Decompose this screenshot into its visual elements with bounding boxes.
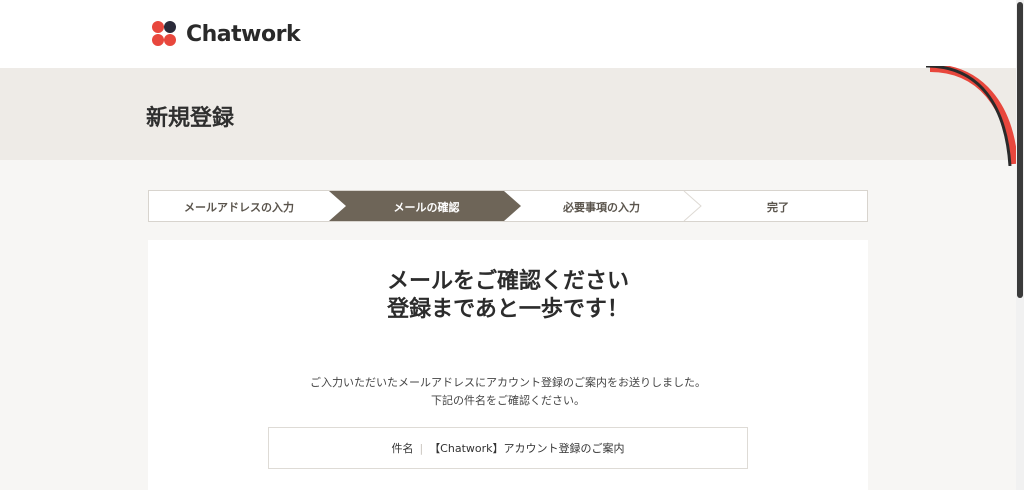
- confirmation-card: メールをご確認ください 登録まであと一歩です！ ご入力いただいたメールアドレスに…: [148, 240, 868, 490]
- headline-line-1: メールをご確認ください: [386, 269, 629, 294]
- step-email-confirm: メールの確認: [393, 201, 460, 214]
- description-line-1: ご入力いただいたメールアドレスにアカウント登録のご案内をお送りしました。: [310, 376, 706, 389]
- subject-box: 件名 | 【Chatwork】アカウント登録のご案内: [268, 427, 748, 469]
- site-header: Chatwork: [0, 0, 1024, 68]
- page-title: 新規登録: [146, 106, 235, 131]
- description: ご入力いただいたメールアドレスにアカウント登録のご案内をお送りしました。 下記の…: [148, 374, 868, 410]
- headline: メールをご確認ください 登録まであと一歩です！: [148, 268, 868, 324]
- progress-steps: メールアドレスの入力 メールの確認 必要事項の入力 完了: [148, 190, 868, 222]
- scrollbar-thumb[interactable]: [1017, 2, 1023, 298]
- corner-decoration: [925, 66, 1018, 166]
- subject-value: 【Chatwork】アカウント登録のご案内: [429, 442, 625, 455]
- chatwork-logo[interactable]: Chatwork: [148, 18, 301, 50]
- description-line-2: 下記の件名をご確認ください。: [431, 394, 585, 407]
- headline-line-2: 登録まであと一歩です！: [387, 297, 629, 322]
- logo-text: Chatwork: [186, 21, 301, 47]
- subject-separator: |: [419, 441, 424, 455]
- scrollbar[interactable]: [1016, 0, 1024, 490]
- step-email-input: メールアドレスの入力: [184, 201, 294, 214]
- chatwork-logo-icon: [152, 21, 176, 46]
- subject-label: 件名: [391, 442, 414, 455]
- step-complete: 完了: [767, 201, 789, 214]
- step-required-info: 必要事項の入力: [563, 201, 640, 214]
